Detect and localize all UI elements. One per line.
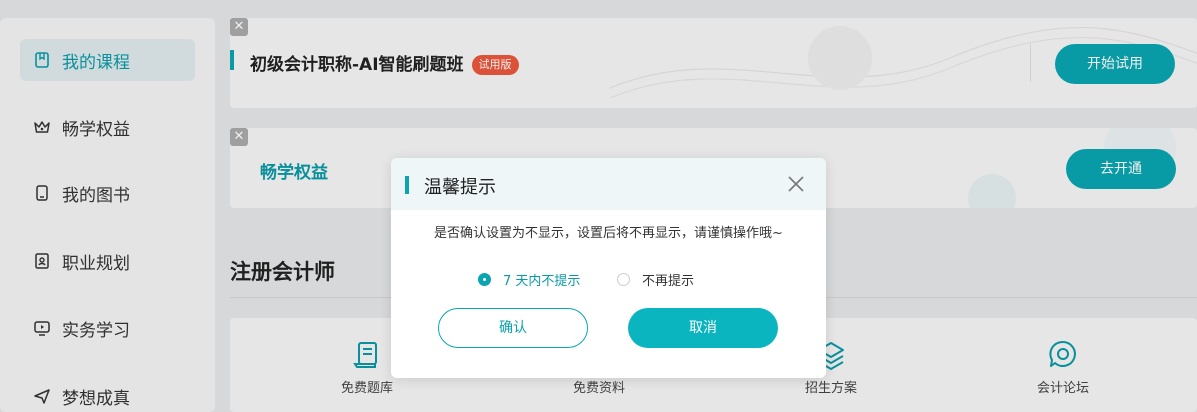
close-icon[interactable] <box>787 175 805 193</box>
dialog-header: 温馨提示 <box>391 158 826 210</box>
option-label: 7 天内不提示 <box>503 274 581 289</box>
option-never[interactable]: 不再提示 <box>617 270 694 289</box>
cancel-button[interactable]: 取消 <box>628 308 778 348</box>
dialog-title: 温馨提示 <box>424 177 496 198</box>
option-label: 不再提示 <box>642 274 695 289</box>
dialog-message: 是否确认设置为不显示，设置后将不再显示，请谨慎操作哦~ <box>434 226 783 241</box>
radio-checked-icon[interactable] <box>478 273 491 286</box>
confirm-button[interactable]: 确认 <box>438 308 588 348</box>
radio-unchecked-icon[interactable] <box>617 273 630 286</box>
title-accent-bar <box>405 176 409 194</box>
option-7-days[interactable]: 7 天内不提示 <box>478 270 580 289</box>
confirm-dialog: 温馨提示 是否确认设置为不显示，设置后将不再显示，请谨慎操作哦~ 7 天内不提示… <box>391 158 826 378</box>
